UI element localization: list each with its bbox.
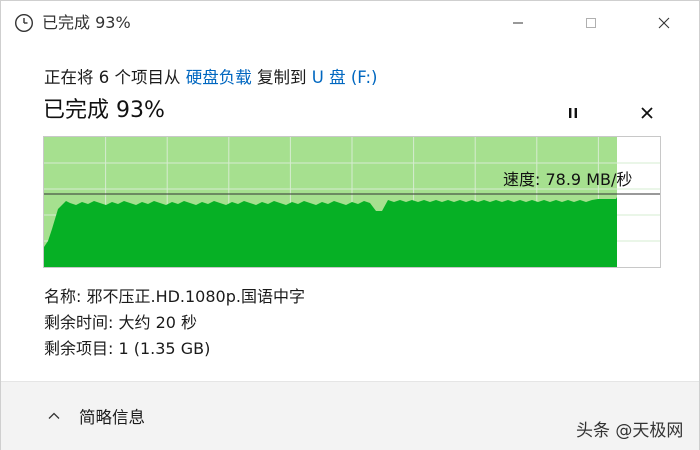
minimize-button[interactable] (506, 11, 530, 35)
pause-button[interactable] (561, 101, 585, 125)
maximize-button[interactable] (579, 11, 603, 35)
clock-icon (14, 13, 34, 33)
throughput-chart (43, 136, 661, 268)
title-bar: 已完成 93% (1, 1, 699, 45)
fewer-details-button[interactable]: 简略信息 (47, 404, 145, 428)
items-remaining-row: 剩余项目: 1 (1.35 GB) (44, 339, 211, 358)
copy-dialog: 已完成 93% 正在将 6 个项目从 硬盘负载 复制到 U 盘 (F:) 已完成… (0, 0, 700, 450)
progress-status: 已完成 93% (43, 98, 165, 123)
cancel-button[interactable] (635, 101, 659, 125)
source-link[interactable]: 硬盘负载 (186, 68, 252, 87)
copy-mid: 复制到 (257, 68, 307, 87)
time-remaining-row: 剩余时间: 大约 20 秒 (44, 313, 198, 332)
close-icon (658, 17, 670, 29)
watermark: 头条 @天极网 (576, 421, 684, 441)
copy-prefix: 正在将 6 个项目从 (44, 68, 181, 87)
minimize-icon (513, 22, 523, 24)
cancel-icon (641, 107, 653, 119)
maximize-icon (586, 18, 596, 28)
transfer-details: 名称: 邪不压正.HD.1080p.国语中字 剩余时间: 大约 20 秒 剩余项… (44, 284, 305, 362)
speed-label: 速度: 78.9 MB/秒 (503, 170, 633, 189)
throughput-area (44, 197, 617, 267)
file-name-row: 名称: 邪不压正.HD.1080p.国语中字 (44, 287, 305, 306)
destination-link[interactable]: U 盘 (F:) (312, 68, 378, 87)
copy-description: 正在将 6 个项目从 硬盘负载 复制到 U 盘 (F:) (44, 67, 377, 89)
pause-icon (569, 108, 577, 118)
close-button[interactable] (652, 11, 676, 35)
chevron-up-icon (48, 412, 60, 419)
window-title: 已完成 93% (42, 13, 131, 32)
fewer-details-label: 简略信息 (79, 408, 145, 427)
